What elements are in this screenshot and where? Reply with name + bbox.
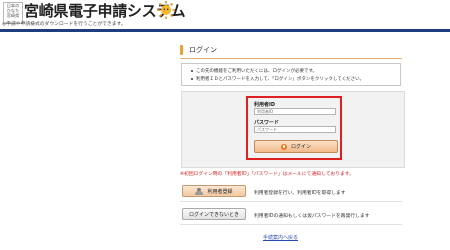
- user-id-input[interactable]: [254, 108, 336, 115]
- row-divider: [180, 224, 402, 225]
- register-user-button[interactable]: 利用者登録: [182, 185, 246, 197]
- cannot-login-button[interactable]: ログインできないとき: [182, 208, 246, 220]
- first-login-note: ※初回ログイン時の「利用者ID」「パスワード」はメールにて通知しております。: [180, 172, 354, 177]
- back-to-procedures-link[interactable]: 手続案内へ戻る: [263, 234, 298, 241]
- badge-line: 宮崎県: [6, 12, 20, 18]
- notice-text: この先の機能をご利用いただくには、ログインが必要です。: [196, 69, 318, 74]
- heading-marker-icon: [180, 45, 183, 55]
- notice-item: この先の機能をご利用いただくには、ログインが必要です。: [191, 68, 317, 74]
- header-subline: ◎申請や申請様式のダウンロードを行うことができます。: [2, 22, 126, 27]
- bullet-icon: [191, 77, 193, 80]
- password-input[interactable]: [254, 126, 336, 133]
- user-icon: [195, 187, 204, 195]
- bullet-icon: [191, 69, 193, 72]
- lock-icon: [280, 143, 287, 150]
- login-button[interactable]: ログイン: [254, 140, 338, 153]
- user-id-label: 利用者ID: [254, 102, 276, 108]
- site-header: 日本の ひなた 宮崎県 宮崎県電子申請システム ◎申請や申請様式のダウンロードを…: [0, 0, 450, 38]
- header-divider: [0, 29, 450, 32]
- cannot-login-button-label: ログインできないとき: [188, 211, 239, 218]
- row-divider: [180, 201, 402, 202]
- notice-text: 利用者ＩＤとパスワードを入力して、「ログイン」ボタンをクリックしてください。: [196, 77, 365, 82]
- login-button-label: ログイン: [290, 144, 311, 150]
- login-form: 利用者ID パスワード ログイン: [246, 96, 342, 160]
- notice-item: 利用者ＩＤとパスワードを入力して、「ログイン」ボタンをクリックしてください。: [191, 76, 364, 82]
- page-title: ログイン: [189, 46, 217, 54]
- sun-mascot-icon: [157, 1, 175, 19]
- heading-divider: [180, 58, 402, 59]
- password-label: パスワード: [254, 120, 280, 126]
- notice-box: この先の機能をご利用いただくには、ログインが必要です。 利用者ＩＤとパスワードを…: [181, 63, 401, 86]
- register-button-label: 利用者登録: [207, 188, 233, 195]
- section-heading: ログイン: [180, 44, 217, 56]
- register-description: 利用者登録を行い、利用者IDを取得します: [254, 191, 346, 196]
- cannot-login-description: 利用者IDの通知もしくは仮パスワードを再発行します: [254, 214, 370, 219]
